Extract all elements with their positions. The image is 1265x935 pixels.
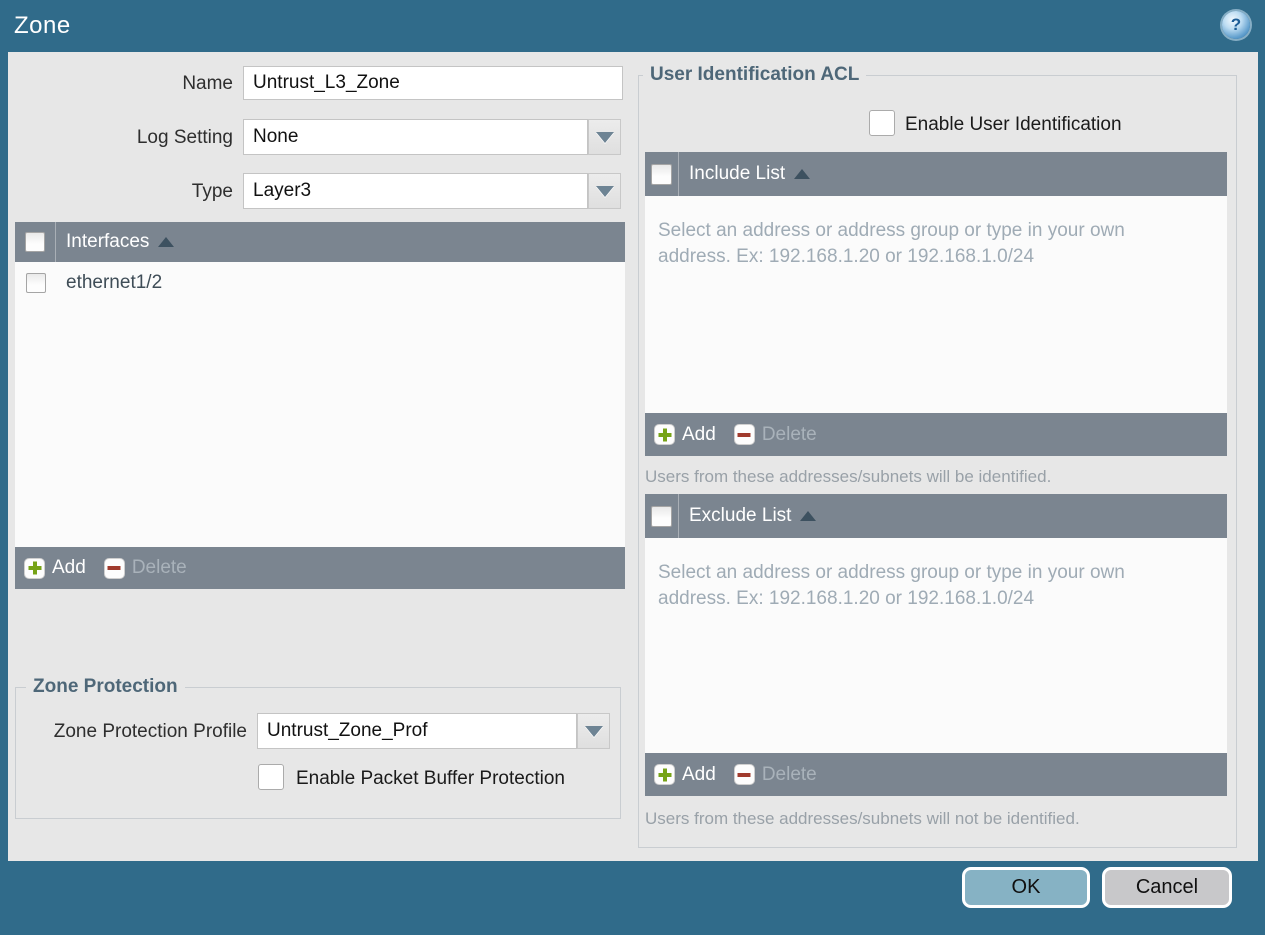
chevron-down-icon xyxy=(595,131,614,143)
include-add-label: Add xyxy=(682,423,716,445)
interfaces-column-header[interactable]: Interfaces xyxy=(66,231,149,253)
enable-user-identification-checkbox[interactable] xyxy=(869,110,895,136)
log-setting-dropdown-button[interactable] xyxy=(588,119,621,155)
sort-ascending-icon[interactable] xyxy=(800,511,817,521)
plus-icon xyxy=(654,424,675,445)
exclude-select-all-cell xyxy=(645,494,679,538)
table-row[interactable]: ethernet1/2 xyxy=(15,262,625,304)
minus-icon xyxy=(733,764,755,785)
zone-protection-profile-select[interactable]: Untrust_Zone_Prof xyxy=(257,713,577,749)
sort-ascending-icon[interactable] xyxy=(158,237,175,247)
type-dropdown-button[interactable] xyxy=(588,173,621,209)
log-setting-select[interactable]: None xyxy=(243,119,588,155)
include-add-button[interactable]: Add xyxy=(654,424,716,446)
log-setting-value: None xyxy=(253,126,299,147)
include-list-body[interactable]: Select an address or address group or ty… xyxy=(645,196,1227,413)
help-icon[interactable]: ? xyxy=(1222,11,1250,39)
exclude-select-all-checkbox[interactable] xyxy=(651,505,672,527)
placeholder-line: Select an address or address group or ty… xyxy=(658,220,1125,241)
ok-button[interactable]: OK xyxy=(962,867,1090,908)
include-select-all-checkbox[interactable] xyxy=(651,163,672,185)
name-input[interactable]: Untrust_L3_Zone xyxy=(243,66,623,100)
exclude-list-header: Exclude List xyxy=(645,494,1227,538)
placeholder-line: address. Ex: 192.168.1.20 or 192.168.1.0… xyxy=(658,246,1035,267)
plus-icon xyxy=(654,764,675,785)
exclude-add-button[interactable]: Add xyxy=(654,764,716,786)
include-list-placeholder: Select an address or address group or ty… xyxy=(658,218,1227,270)
interfaces-table-body xyxy=(15,303,625,547)
include-select-all-cell xyxy=(645,152,679,196)
cancel-button[interactable]: Cancel xyxy=(1102,867,1232,908)
name-label: Name xyxy=(182,73,233,94)
type-value: Layer3 xyxy=(253,180,312,201)
add-interface-button[interactable]: Add xyxy=(24,557,86,579)
zone-protection-legend: Zone Protection xyxy=(26,676,185,698)
exclude-list-caption: Users from these addresses/subnets will … xyxy=(645,809,1080,828)
name-value: Untrust_L3_Zone xyxy=(253,72,400,93)
add-button-label: Add xyxy=(52,557,86,578)
sort-ascending-icon[interactable] xyxy=(794,169,811,179)
exclude-add-label: Add xyxy=(682,763,716,785)
packet-buffer-protection-checkbox[interactable] xyxy=(258,764,284,790)
include-list-header: Include List xyxy=(645,152,1227,196)
interfaces-table-footer: Add Delete xyxy=(15,547,625,589)
user-id-acl-legend: User Identification ACL xyxy=(643,64,867,86)
exclude-delete-label: Delete xyxy=(761,763,817,785)
delete-button-label: Delete xyxy=(131,557,187,578)
exclude-list-footer: Add Delete xyxy=(645,753,1227,796)
interfaces-select-all-checkbox[interactable] xyxy=(25,232,45,252)
include-delete-label: Delete xyxy=(761,423,817,445)
packet-buffer-protection-label: Enable Packet Buffer Protection xyxy=(296,768,565,789)
include-delete-button[interactable]: Delete xyxy=(733,423,817,446)
type-select[interactable]: Layer3 xyxy=(243,173,588,209)
dialog-titlebar xyxy=(0,0,1265,52)
interface-row-checkbox[interactable] xyxy=(25,272,46,293)
exclude-list-placeholder: Select an address or address group or ty… xyxy=(658,560,1227,612)
include-list-caption: Users from these addresses/subnets will … xyxy=(645,467,1052,486)
zone-protection-profile-value: Untrust_Zone_Prof xyxy=(267,720,428,741)
row-checkbox-cell xyxy=(15,272,56,293)
zone-protection-fieldset xyxy=(15,687,621,819)
minus-icon xyxy=(733,424,755,445)
dialog-title: Zone xyxy=(14,12,71,39)
placeholder-line: Select an address or address group or ty… xyxy=(658,562,1125,583)
minus-icon xyxy=(103,557,125,579)
chevron-down-icon xyxy=(584,725,603,737)
type-label: Type xyxy=(191,181,233,202)
interfaces-select-all-cell xyxy=(15,222,56,262)
delete-interface-button[interactable]: Delete xyxy=(103,557,187,579)
zone-protection-profile-label: Zone Protection Profile xyxy=(53,721,247,742)
exclude-list-body[interactable]: Select an address or address group or ty… xyxy=(645,538,1227,753)
enable-user-identification-label: Enable User Identification xyxy=(905,114,1122,135)
include-list-footer: Add Delete xyxy=(645,413,1227,456)
zone-protection-profile-dropdown-button[interactable] xyxy=(577,713,610,749)
exclude-delete-button[interactable]: Delete xyxy=(733,763,817,786)
interfaces-table-header: Interfaces xyxy=(15,222,625,262)
placeholder-line: address. Ex: 192.168.1.20 or 192.168.1.0… xyxy=(658,588,1035,609)
plus-icon xyxy=(24,557,45,579)
log-setting-label: Log Setting xyxy=(136,127,233,148)
chevron-down-icon xyxy=(595,185,614,197)
include-list-column-header[interactable]: Include List xyxy=(689,163,785,185)
interface-name: ethernet1/2 xyxy=(66,271,163,293)
exclude-list-column-header[interactable]: Exclude List xyxy=(689,505,791,527)
